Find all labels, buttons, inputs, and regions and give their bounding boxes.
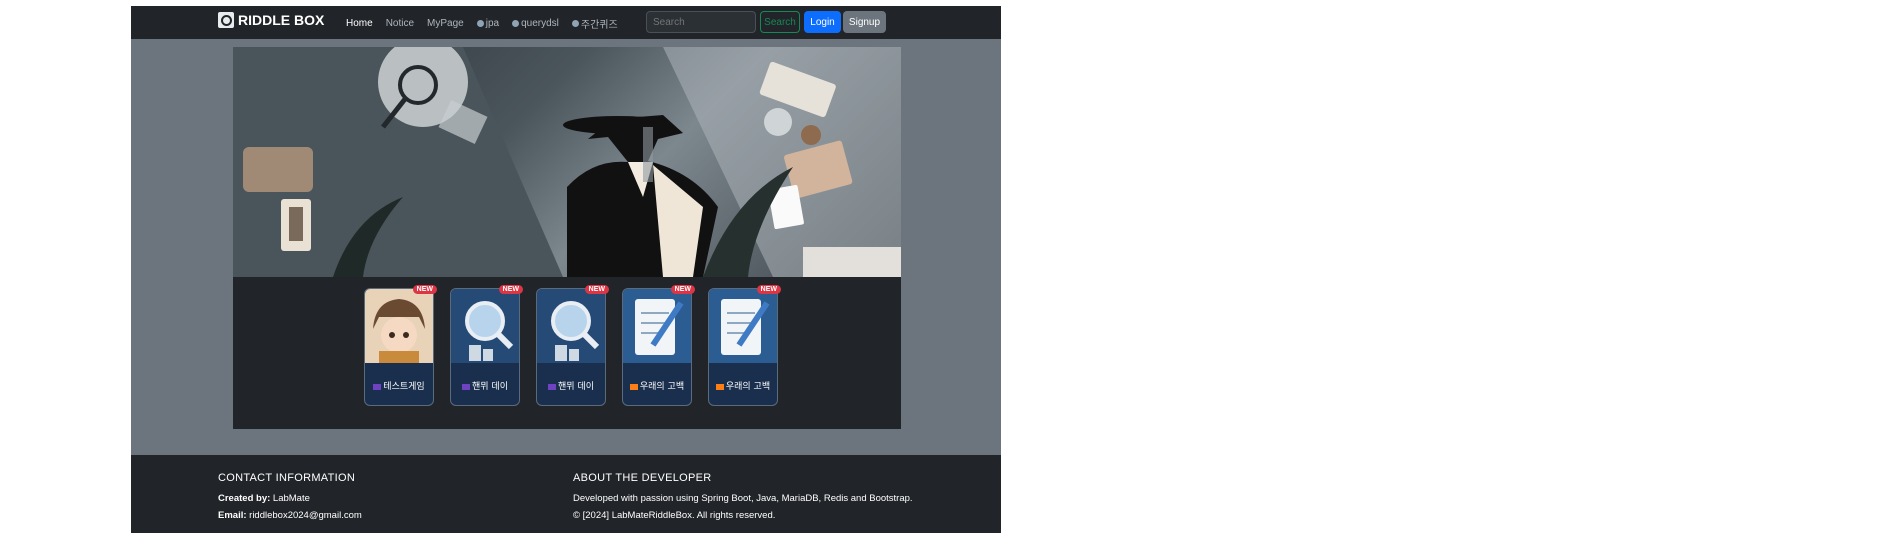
created-by: Created by: LabMate <box>218 493 362 504</box>
app-frame: RIDDLE BOX Home Notice MyPage jpa queryd… <box>131 6 1001 533</box>
magnifier-city-icon <box>537 289 605 363</box>
nav-link-label: jpa <box>485 18 500 29</box>
game-card[interactable]: NEW 우래의 고백 <box>622 285 695 406</box>
game-card[interactable]: NEW 우래의 고백 <box>708 285 781 406</box>
flag-icon <box>629 383 638 390</box>
about-section: ABOUT THE DEVELOPER Developed with passi… <box>573 472 913 527</box>
search-input[interactable] <box>646 11 756 33</box>
game-card-title: 테스트게임 <box>365 379 433 392</box>
new-badge: NEW <box>584 285 609 294</box>
nav-link-weekly-quiz[interactable]: 주간퀴즈 <box>571 16 618 31</box>
flag-icon <box>548 383 556 390</box>
detective-avatar-icon <box>365 289 433 363</box>
game-card-title: 우래의 고백 <box>623 379 691 392</box>
footer: CONTACT INFORMATION Created by: LabMate … <box>131 455 1001 533</box>
login-button[interactable]: Login <box>804 11 841 33</box>
game-card[interactable]: NEW 핸뮈 데이 <box>450 285 523 406</box>
new-badge: NEW <box>670 285 695 294</box>
email-value[interactable]: riddlebox2024@gmail.com <box>249 510 362 521</box>
navbar: RIDDLE BOX Home Notice MyPage jpa queryd… <box>131 6 1001 39</box>
flag-icon <box>462 383 470 390</box>
signup-button[interactable]: Signup <box>843 11 886 33</box>
querydsl-icon <box>512 20 520 27</box>
nav-link-label: MyPage <box>427 18 464 29</box>
nav-link-label: 주간퀴즈 <box>580 20 618 31</box>
contact-section: CONTACT INFORMATION Created by: LabMate … <box>218 472 362 527</box>
about-text: Developed with passion using Spring Boot… <box>573 493 913 504</box>
game-card[interactable]: NEW 핸뮈 데이 <box>536 285 609 406</box>
nav-link-label: querydsl <box>521 18 559 29</box>
game-card[interactable]: NEW 테스트게임 <box>364 285 437 406</box>
riddle-box-logo-icon <box>218 12 234 28</box>
contact-heading: CONTACT INFORMATION <box>218 472 356 484</box>
game-card-list: NEW 테스트게임 NEW 핸뮈 데이 NEW 핸뮈 데이 NEW 우래의 고백… <box>364 285 781 406</box>
nav-link-querydsl[interactable]: querydsl <box>512 16 559 31</box>
notepad-pen-icon <box>709 289 777 363</box>
banner-illustration <box>233 47 901 277</box>
created-by-value: LabMate <box>272 493 310 504</box>
game-title-text: 핸뮈 데이 <box>558 382 594 392</box>
flag-icon <box>373 383 382 390</box>
main-content: NEW 테스트게임 NEW 핸뮈 데이 NEW 핸뮈 데이 NEW 우래의 고백… <box>233 47 901 429</box>
game-title-text: 우래의 고백 <box>725 382 771 392</box>
game-title-text: 테스트게임 <box>383 382 425 392</box>
nav-link-label: Notice <box>385 18 415 29</box>
email: Email: riddlebox2024@gmail.com <box>218 510 362 521</box>
nav-link-mypage[interactable]: MyPage <box>427 16 464 31</box>
game-title-text: 우래의 고백 <box>639 382 685 392</box>
created-by-label: Created by: <box>218 493 271 504</box>
game-card-title: 핸뮈 데이 <box>451 379 519 392</box>
new-badge: NEW <box>756 285 781 294</box>
jpa-icon <box>476 20 484 27</box>
nav-link-jpa[interactable]: jpa <box>476 16 500 31</box>
nav-link-home[interactable]: Home <box>346 16 373 31</box>
copyright: © [2024] LabMateRiddleBox. All rights re… <box>573 510 776 521</box>
brand-label: RIDDLE BOX <box>238 12 325 28</box>
new-badge: NEW <box>412 285 437 294</box>
nav-link-notice[interactable]: Notice <box>386 16 414 31</box>
game-card-title: 우래의 고백 <box>709 379 777 392</box>
email-label: Email: <box>218 510 247 521</box>
magnifier-city-icon <box>451 289 519 363</box>
brand[interactable]: RIDDLE BOX <box>218 12 324 28</box>
game-title-text: 핸뮈 데이 <box>472 382 508 392</box>
nav-link-label: Home <box>346 18 373 29</box>
weekly-quiz-icon <box>571 20 579 27</box>
about-heading: ABOUT THE DEVELOPER <box>573 472 712 484</box>
search-button[interactable]: Search <box>760 11 800 33</box>
detective-banner-image <box>233 47 901 277</box>
new-badge: NEW <box>498 285 523 294</box>
game-card-title: 핸뮈 데이 <box>537 379 605 392</box>
nav-links: Home Notice MyPage jpa querydsl 주간퀴즈 <box>346 16 618 31</box>
flag-icon <box>715 383 724 390</box>
notepad-pen-icon <box>623 289 691 363</box>
